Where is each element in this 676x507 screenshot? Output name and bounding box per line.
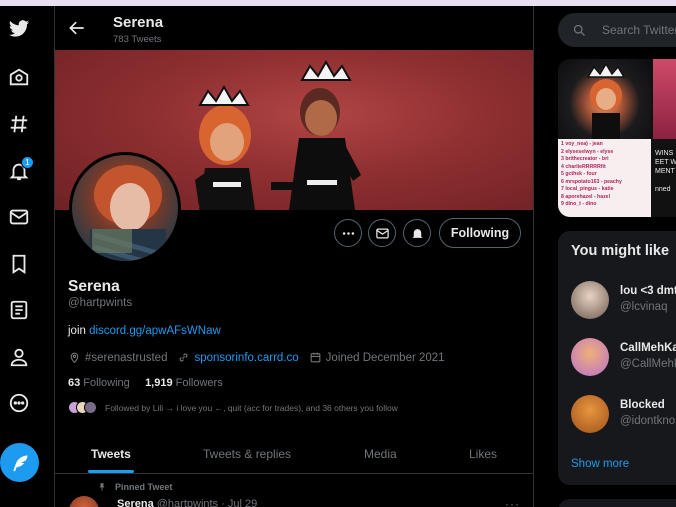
- left-navigation: 1: [0, 6, 39, 507]
- twitter-logo-icon[interactable]: [4, 14, 34, 44]
- pinned-tweet-label: Pinned Tweet: [97, 482, 172, 492]
- profile-avatar[interactable]: [69, 152, 181, 264]
- profile-bio: join discord.gg/apwAFsWNaw: [68, 325, 221, 337]
- lists-icon[interactable]: [4, 295, 34, 325]
- media-thumbnail: [653, 59, 676, 139]
- show-more-link[interactable]: Show more: [571, 458, 629, 470]
- envelope-icon: [375, 228, 389, 238]
- profile-meta-row: #serenastrusted sponsorinfo.carrd.co Joi…: [68, 351, 455, 364]
- bio-discord-link[interactable]: discord.gg/apwAFsWNaw: [89, 325, 221, 337]
- suggestion-avatar: [571, 281, 609, 319]
- followed-by-row[interactable]: Followed by Lili → i love you ←, quit (a…: [68, 401, 398, 414]
- location-item: #serenastrusted: [68, 351, 167, 364]
- ellipsis-icon: [342, 231, 354, 235]
- suggestion-handle: @lcvinaq: [620, 301, 668, 313]
- website-link[interactable]: sponsorinfo.carrd.co: [194, 352, 298, 364]
- suggestion-avatar: [571, 395, 609, 433]
- avatar-photo: [90, 165, 166, 261]
- home-icon[interactable]: [4, 62, 34, 92]
- compose-tweet-button[interactable]: [0, 443, 39, 482]
- joined-item: Joined December 2021: [309, 351, 445, 364]
- messages-envelope-icon[interactable]: [4, 202, 34, 232]
- profile-person-icon[interactable]: [4, 342, 34, 372]
- media-side-text: WINS EET W MENT nned: [653, 139, 676, 217]
- who-to-follow-panel: You might like lou <3 dmt @lcvinaq CallM…: [558, 231, 676, 485]
- search-box[interactable]: Search Twitter: [558, 13, 676, 47]
- profile-display-name: Serena: [68, 278, 120, 295]
- more-actions-button[interactable]: [334, 219, 362, 247]
- tweet-header: Serena @hartpwints · Jul 29: [117, 498, 257, 507]
- suggestion-item[interactable]: Blocked @idontkno: [571, 395, 676, 435]
- suggestion-avatar: [571, 338, 609, 376]
- notifications-subscribe-button[interactable]: [403, 219, 431, 247]
- profile-tabs: Tweets Tweets & replies Media Likes: [55, 434, 533, 474]
- following-count-link[interactable]: 63 Following: [68, 377, 130, 389]
- followers-count-link[interactable]: 1,919 Followers: [145, 377, 223, 389]
- suggestion-item[interactable]: CallMehKa @CallMehK: [571, 338, 676, 378]
- followed-by-text: Followed by Lili → i love you ←, quit (a…: [105, 402, 398, 413]
- suggestion-item[interactable]: lou <3 dmt @lcvinaq: [571, 281, 676, 321]
- notification-badge: 1: [21, 156, 34, 169]
- website-item: sponsorinfo.carrd.co: [177, 351, 299, 364]
- more-options-icon[interactable]: [4, 388, 34, 418]
- tweet-author-name[interactable]: Serena: [117, 498, 154, 507]
- tab-tweets-replies[interactable]: Tweets & replies: [203, 434, 291, 474]
- next-panel: [558, 499, 676, 507]
- profile-handle: @hartpwints: [68, 297, 133, 309]
- back-arrow-icon[interactable]: [67, 18, 87, 38]
- tweet-handle-date: @hartpwints · Jul 29: [156, 498, 258, 507]
- profile-media-preview[interactable]: 1 voy_nea) - jean 2 elyseselwyn - elyse …: [558, 59, 676, 217]
- suggestion-name: CallMehKa: [620, 342, 676, 354]
- active-tab-indicator: [88, 470, 134, 473]
- bio-text: join: [68, 325, 90, 337]
- follower-avatar: [84, 401, 97, 414]
- search-placeholder: Search Twitter: [602, 23, 676, 37]
- tab-media[interactable]: Media: [364, 434, 397, 474]
- follow-stats: 63 Following 1,919 Followers: [68, 377, 223, 389]
- profile-header-bar: Serena 783 Tweets: [55, 6, 533, 50]
- location-pin-icon: [70, 352, 79, 364]
- following-button[interactable]: Following: [439, 218, 521, 248]
- message-button[interactable]: [368, 219, 396, 247]
- link-icon: [180, 353, 188, 362]
- suggestion-handle: @CallMehK: [620, 358, 676, 370]
- search-icon: [573, 24, 585, 36]
- header-name: Serena: [113, 14, 164, 31]
- feather-icon: [12, 455, 27, 471]
- suggestion-handle: @idontkno: [620, 415, 676, 427]
- joined-date: Joined December 2021: [325, 351, 445, 364]
- header-tweet-count: 783 Tweets: [113, 34, 162, 45]
- profile-column: Serena 783 Tweets Following Serena @hart…: [54, 6, 534, 507]
- tweet-more-button[interactable]: ···: [505, 497, 520, 507]
- bell-check-icon: [412, 228, 422, 239]
- who-to-follow-title: You might like: [571, 243, 670, 259]
- media-thumbnail: [558, 59, 651, 139]
- suggestion-name: lou <3 dmt: [620, 285, 676, 297]
- suggestion-name: Blocked: [620, 399, 665, 411]
- bookmarks-icon[interactable]: [4, 249, 34, 279]
- location-text: #serenastrusted: [85, 351, 168, 364]
- notifications-bell-icon[interactable]: 1: [4, 156, 34, 186]
- media-list-image-text: 1 voy_nea) - jean 2 elyseselwyn - elyse …: [558, 139, 651, 217]
- media-character-image: [586, 62, 626, 139]
- calendar-icon: [310, 352, 321, 363]
- pin-icon: [99, 483, 105, 491]
- explore-hashtag-icon[interactable]: [4, 109, 34, 139]
- tab-likes[interactable]: Likes: [469, 434, 497, 474]
- tab-tweets[interactable]: Tweets: [91, 434, 131, 474]
- tweet-author-avatar[interactable]: [69, 496, 99, 507]
